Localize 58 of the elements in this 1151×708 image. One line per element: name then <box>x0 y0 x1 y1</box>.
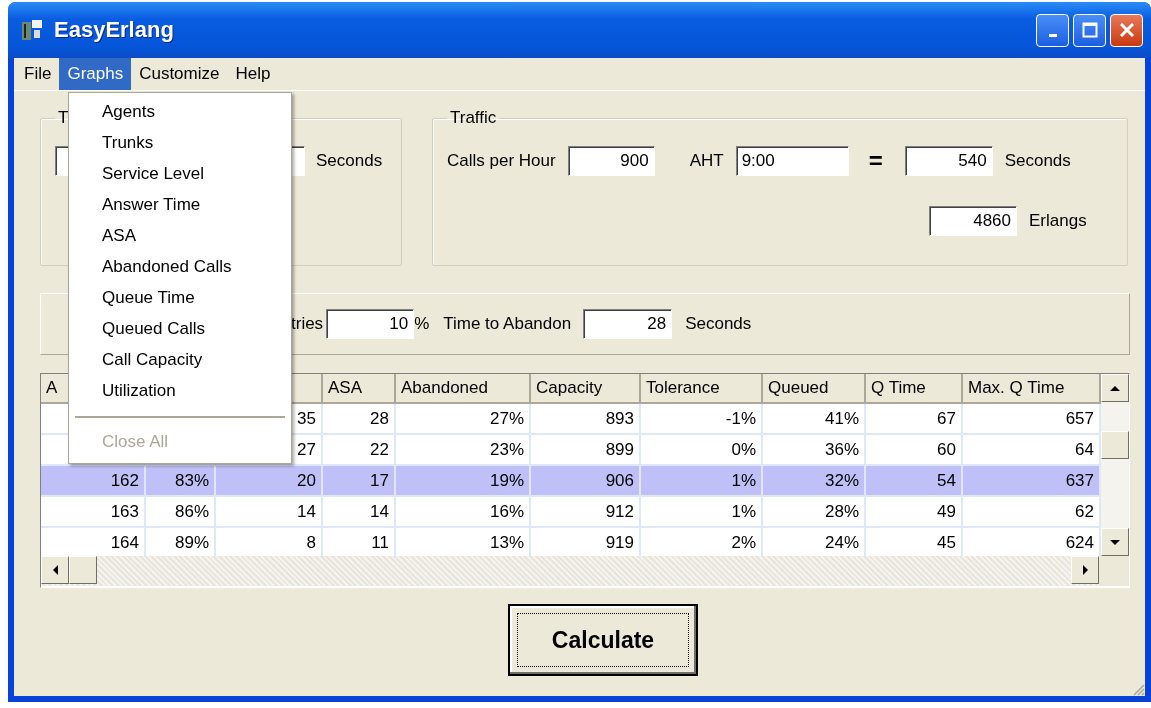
column-header[interactable]: ASA <box>323 374 396 402</box>
input-field[interactable]: 9:00 <box>735 146 849 176</box>
menu-item[interactable]: Help <box>227 58 279 90</box>
menu-item[interactable]: Agents <box>69 96 291 127</box>
table-row[interactable]: 163 86% 14 14 16% 912 1% 28% 49 62 <box>41 497 1101 528</box>
column-header[interactable]: Q Time <box>866 374 963 402</box>
input-field[interactable]: 10 <box>326 309 415 339</box>
equals-sign: = <box>868 147 883 175</box>
field-label: AHT <box>689 151 724 171</box>
maximize-icon <box>1081 22 1098 38</box>
menu-item[interactable]: Customize <box>131 58 228 90</box>
window-title: EasyErlang <box>54 17 175 43</box>
left-arrow-icon <box>52 565 58 575</box>
input-field[interactable]: 900 <box>567 146 655 176</box>
column-header[interactable]: Tolerance <box>641 374 763 402</box>
menu-item[interactable]: Queue Time <box>69 282 291 313</box>
menu-item[interactable]: Call Capacity <box>69 344 291 375</box>
unit-label: Seconds <box>316 151 383 171</box>
resize-grip-icon[interactable] <box>1131 682 1145 696</box>
group-title: T <box>57 108 70 128</box>
scroll-thumb[interactable] <box>1101 431 1129 459</box>
group-title: Traffic <box>449 108 498 128</box>
scrollbar-corner <box>1099 556 1129 586</box>
calculate-button[interactable]: Calculate <box>508 604 698 676</box>
menu-item[interactable]: Utilization <box>69 375 291 406</box>
menu-item[interactable]: Answer Time <box>69 189 291 220</box>
minimize-button[interactable] <box>1036 13 1069 47</box>
close-button[interactable] <box>1110 13 1143 47</box>
maximize-button[interactable] <box>1073 13 1106 47</box>
up-arrow-icon <box>1110 385 1120 391</box>
field-label: tries <box>291 314 324 334</box>
menu-item[interactable]: Queued Calls <box>69 313 291 344</box>
menu-item[interactable]: Graphs <box>59 58 132 90</box>
menu-item[interactable]: Service Level <box>69 158 291 189</box>
down-arrow-icon <box>1110 539 1120 545</box>
menu-item[interactable]: Abandoned Calls <box>69 251 291 282</box>
menu-item[interactable]: ASA <box>69 220 291 251</box>
close-icon <box>1119 23 1134 37</box>
column-header[interactable]: Capacity <box>531 374 641 402</box>
menu-item[interactable]: File <box>16 58 60 90</box>
column-header[interactable]: Queued <box>763 374 866 402</box>
scroll-thumb[interactable] <box>69 556 97 584</box>
input-field[interactable]: 4860 <box>929 206 1017 236</box>
unit-label: Seconds <box>1004 151 1071 171</box>
input-field[interactable]: 540 <box>904 146 993 176</box>
unit-label: Seconds <box>685 314 752 334</box>
unit-label: % <box>414 314 430 334</box>
column-header[interactable]: Abandoned <box>396 374 531 402</box>
field-label: Calls per Hour <box>447 151 556 171</box>
field-label: Time to Abandon <box>443 314 572 334</box>
horizontal-scrollbar[interactable] <box>41 556 1129 586</box>
minimize-icon <box>1048 33 1057 37</box>
vertical-scrollbar[interactable] <box>1101 374 1129 556</box>
table-row[interactable]: 162 83% 20 17 19% 906 1% 32% 54 637 <box>41 466 1101 497</box>
menu-item[interactable]: Trunks <box>69 127 291 158</box>
input-field[interactable]: 28 <box>583 309 673 339</box>
right-arrow-icon <box>1082 565 1088 575</box>
unit-label: Erlangs <box>1029 211 1087 231</box>
